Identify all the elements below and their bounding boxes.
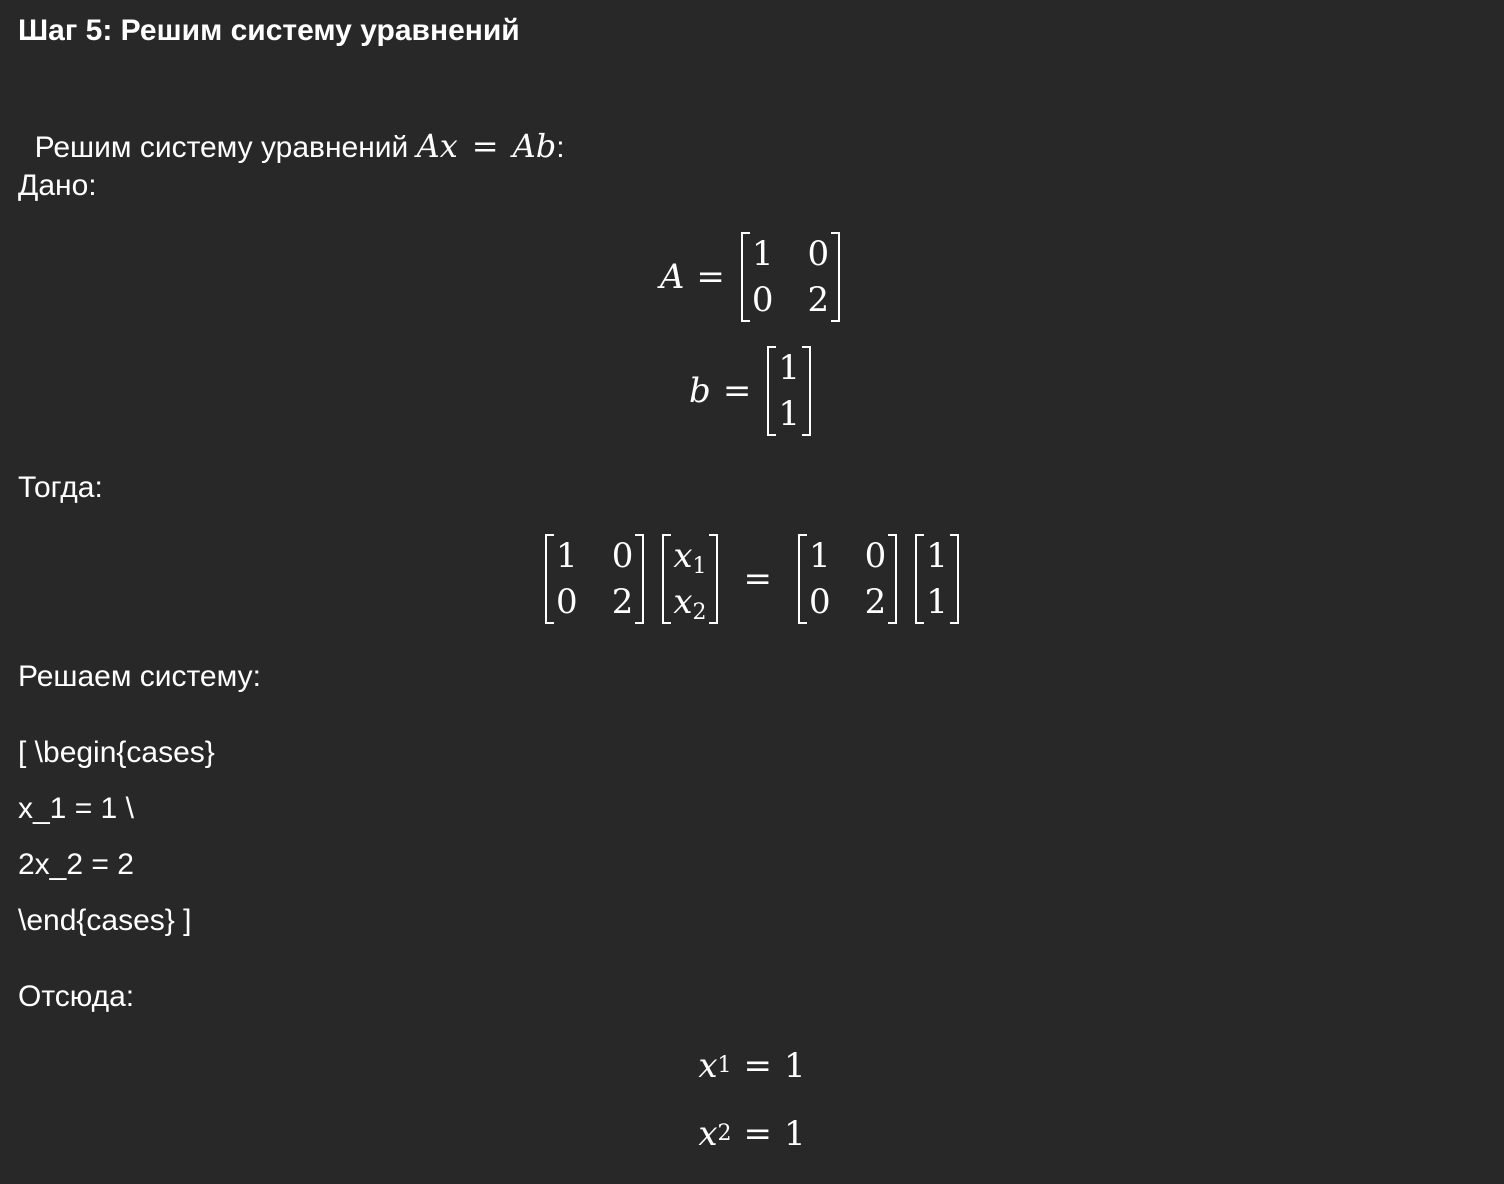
raw-latex-line: x_1 = 1 \ xyxy=(18,792,134,825)
raw-latex-line: [ \begin{cases} xyxy=(18,736,215,769)
math-x: x xyxy=(673,582,693,622)
result-equation: x2 = 1 xyxy=(698,1114,806,1154)
solve-label: Решаем систему: xyxy=(18,660,261,693)
step-heading: Шаг 5: Решим систему уравнений xyxy=(18,14,520,47)
math-A: A xyxy=(512,127,536,165)
unknowns-vector: x1 x2 xyxy=(662,534,717,624)
math-x: x xyxy=(698,1046,718,1086)
math-A: A xyxy=(416,127,440,165)
math-equals: = xyxy=(743,559,773,599)
intro-text: Решим систему уравнений xyxy=(34,131,417,164)
matrix-cell: 1 xyxy=(809,536,831,576)
math-x: x xyxy=(698,1114,718,1154)
intro-line: Решим систему уравнений Ax = Ab: xyxy=(18,92,565,166)
math-equals: = xyxy=(743,1114,773,1154)
vector-b-equation: b = 1 1 xyxy=(0,346,1504,436)
intro-colon: : xyxy=(556,131,565,164)
matrix-cell: x1 xyxy=(673,536,707,579)
math-b: b xyxy=(535,127,557,165)
matrix-cell: 2 xyxy=(611,582,634,622)
left-matrix: 1 0 0 2 xyxy=(545,534,644,624)
result-equation: x1 = 1 xyxy=(698,1046,806,1086)
matrix-cell: 2 xyxy=(807,280,830,320)
math-A: A xyxy=(659,257,685,297)
matrix-cell: 1 xyxy=(926,582,948,622)
raw-latex-line: 2x_2 = 2 xyxy=(18,848,134,881)
math-equals: = xyxy=(722,371,752,411)
hence-label: Отсюда: xyxy=(18,980,135,1013)
result-value: 1 xyxy=(784,1046,806,1086)
matrix-cell: 1 xyxy=(778,348,800,388)
raw-latex-line: \end{cases} ] xyxy=(18,904,192,937)
matrix-cell: 2 xyxy=(864,582,887,622)
right-matrix: 1 0 0 2 xyxy=(798,534,897,624)
subscript: 1 xyxy=(692,554,707,579)
math-x: x xyxy=(673,536,693,576)
math-equals: = xyxy=(743,1046,773,1086)
math-x: x xyxy=(439,127,458,165)
matrix-cell: 0 xyxy=(556,582,578,622)
matrix-cell: 1 xyxy=(751,234,774,274)
matrix-A-equation: A = 1 0 0 2 xyxy=(0,232,1504,322)
right-vector: 1 1 xyxy=(915,534,959,624)
intro-equation: Ax = Ab xyxy=(417,127,557,165)
math-equals: = xyxy=(696,257,725,297)
matrix-cell: 0 xyxy=(864,536,887,576)
matrix-cell: 1 xyxy=(556,536,578,576)
matrix-cell: 0 xyxy=(751,280,774,320)
matrix-cell: x2 xyxy=(673,582,707,625)
matrix-cell: 0 xyxy=(807,234,830,274)
matrix-A: 1 0 0 2 xyxy=(741,232,840,322)
matrix-cell: 1 xyxy=(926,536,948,576)
subscript: 2 xyxy=(692,600,707,625)
vector-b: 1 1 xyxy=(767,346,811,436)
then-label: Тогда: xyxy=(18,471,103,504)
matrix-cell: 1 xyxy=(778,394,800,434)
math-equals: = xyxy=(471,127,499,165)
matrix-cell: 0 xyxy=(809,582,831,622)
system-equation: 1 0 0 2 x1 x2 = 1 0 0 2 1 1 xyxy=(0,534,1504,624)
matrix-cell: 0 xyxy=(611,536,634,576)
result-value: 1 xyxy=(784,1114,806,1154)
given-label: Дано: xyxy=(18,169,97,202)
math-b: b xyxy=(689,371,711,411)
